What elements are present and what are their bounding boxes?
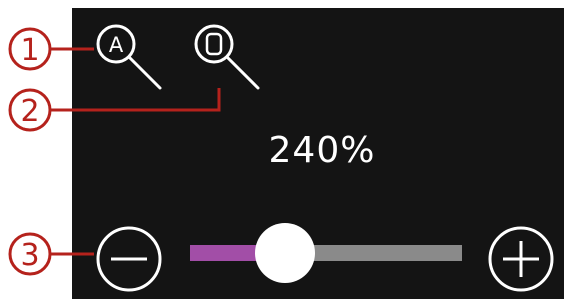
- minus-circle-icon: [96, 226, 162, 292]
- callout-2-label: 2: [20, 94, 39, 129]
- zoom-hoop-button[interactable]: [192, 22, 264, 94]
- zoom-out-button[interactable]: [94, 224, 164, 294]
- callout-1-label: 1: [20, 33, 39, 68]
- plus-circle-icon: [488, 226, 554, 292]
- magnifier-letter-a-icon: A: [96, 24, 162, 90]
- zoom-in-button[interactable]: [486, 224, 556, 294]
- hoop-icon: [205, 32, 223, 56]
- zoom-slider-track[interactable]: [190, 245, 462, 261]
- callout-3-label: 3: [20, 238, 39, 273]
- zoom-slider-thumb[interactable]: [255, 223, 315, 283]
- zoom-panel-figure: A 240% 1 2 3: [0, 0, 564, 299]
- zoom-slider[interactable]: [190, 222, 462, 286]
- zoom-all-icon-letter: A: [109, 33, 124, 57]
- zoom-all-button[interactable]: A: [94, 22, 166, 94]
- magnifier-hoop-icon: [194, 24, 260, 90]
- zoom-value-label: 240%: [268, 130, 376, 171]
